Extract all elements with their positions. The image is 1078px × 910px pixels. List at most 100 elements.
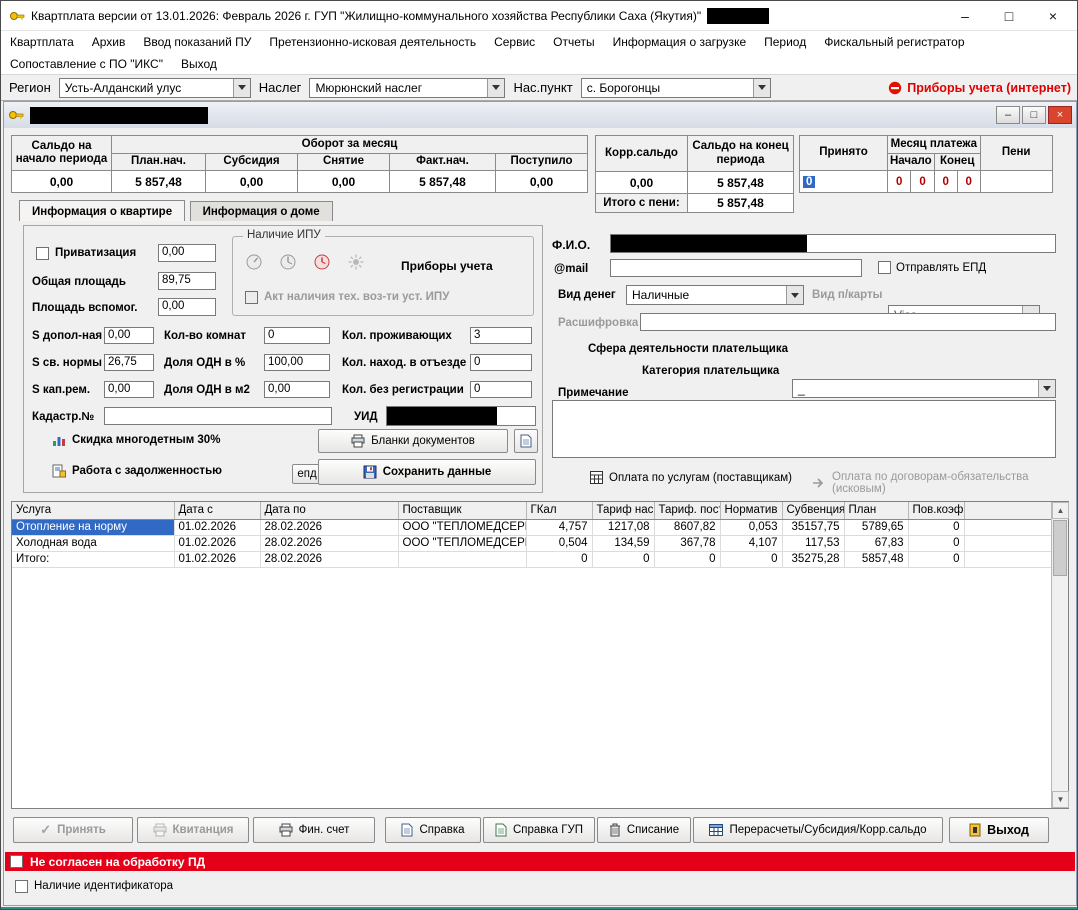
receipt-button[interactable]: Квитанция	[137, 817, 249, 843]
rooms-input[interactable]: 0	[264, 327, 330, 344]
grid-cell[interactable]: 35275,28	[782, 551, 844, 567]
total-area-input[interactable]: 89,75	[158, 272, 216, 290]
sphere-select[interactable]: _	[792, 379, 1056, 398]
odn-m2-input[interactable]: 0,00	[264, 381, 330, 398]
ipu-act-checkbox[interactable]	[245, 291, 258, 304]
grid-cell[interactable]: 0,053	[720, 519, 782, 535]
aux-area-input[interactable]: 0,00	[158, 298, 216, 316]
away-input[interactable]: 0	[470, 354, 532, 371]
exit-button[interactable]: Выход	[949, 817, 1049, 843]
grid-cell[interactable]: 67,83	[844, 535, 908, 551]
tab-house-info[interactable]: Информация о доме	[190, 201, 333, 221]
month-start-input-1[interactable]: 0	[888, 171, 911, 192]
grid-cell[interactable]: ООО "ТЕПЛОМЕДСЕРВИ	[398, 535, 526, 551]
naspunkt-select[interactable]: с. Борогонцы	[581, 78, 771, 98]
fin-account-button[interactable]: Фин. счет	[253, 817, 375, 843]
month-end-input-1[interactable]: 0	[935, 171, 958, 192]
grid-cell[interactable]: 01.02.2026	[174, 519, 260, 535]
mail-input[interactable]	[610, 259, 862, 277]
grid-cell[interactable]: 0	[908, 519, 964, 535]
grid-cell[interactable]	[398, 551, 526, 567]
grid-cell[interactable]: 0	[654, 551, 720, 567]
grid-cell[interactable]: 28.02.2026	[260, 551, 398, 567]
menu-pretenzionno[interactable]: Претензионно-исковая деятельность	[260, 31, 485, 53]
money-type-select[interactable]: Наличные	[626, 285, 804, 305]
spravka-button[interactable]: Справка	[385, 817, 481, 843]
menu-arhiv[interactable]: Архив	[83, 31, 135, 53]
grid-col-data-po[interactable]: Дата по	[260, 502, 398, 519]
grid-col-plan[interactable]: План	[844, 502, 908, 519]
note-textarea[interactable]	[552, 400, 1056, 458]
grid-col-normativ[interactable]: Норматив	[720, 502, 782, 519]
save-data-button[interactable]: Сохранить данные	[318, 459, 536, 485]
menu-period[interactable]: Период	[755, 31, 815, 53]
grid-cell[interactable]: Отопление на норму	[12, 519, 174, 535]
tab-apartment-info[interactable]: Информация о квартире	[19, 200, 185, 221]
grid-cell[interactable]: 4,107	[720, 535, 782, 551]
menu-sopostavlenie[interactable]: Сопоставление с ПО "ИКС"	[1, 53, 172, 75]
grid-cell[interactable]: 0	[908, 535, 964, 551]
s-norm-input[interactable]: 26,75	[104, 354, 154, 371]
kadastr-input[interactable]	[104, 407, 332, 425]
document-small-button[interactable]	[514, 429, 538, 453]
grid-cell[interactable]: 01.02.2026	[174, 551, 260, 567]
s-dop-input[interactable]: 0,00	[104, 327, 154, 344]
grid-col-povkoef[interactable]: Пов.коэф	[908, 502, 964, 519]
grid-cell[interactable]: 1217,08	[592, 519, 654, 535]
month-start-input-2[interactable]: 0	[911, 171, 933, 192]
grid-row-heating[interactable]: Отопление на норму 01.02.2026 28.02.2026…	[12, 519, 1052, 535]
grid-cell[interactable]: 01.02.2026	[174, 535, 260, 551]
consent-checkbox[interactable]	[10, 855, 23, 868]
money-type-arrow[interactable]	[786, 286, 803, 304]
maximize-button[interactable]: □	[987, 2, 1031, 30]
spisanie-button[interactable]: Списание	[597, 817, 691, 843]
menu-vvod-pokazaniy[interactable]: Ввод показаний ПУ	[134, 31, 260, 53]
document-blanks-button[interactable]: Бланки документов	[318, 429, 508, 453]
sphere-arrow[interactable]	[1038, 380, 1055, 397]
scroll-down-arrow[interactable]: ▼	[1052, 791, 1069, 808]
fio-input[interactable]	[610, 234, 1056, 253]
month-end-input-2[interactable]: 0	[958, 171, 980, 192]
grid-row-cold-water[interactable]: Холодная вода 01.02.2026 28.02.2026 ООО …	[12, 535, 1052, 551]
grid-cell[interactable]: 0,504	[526, 535, 592, 551]
noreg-input[interactable]: 0	[470, 381, 532, 398]
prinyato-input[interactable]: 0	[801, 173, 886, 191]
grid-cell[interactable]: 8607,82	[654, 519, 720, 535]
residents-input[interactable]: 3	[470, 327, 532, 344]
uid-input[interactable]	[386, 406, 536, 426]
grid-col-subvenciya[interactable]: Субвенция	[782, 502, 844, 519]
menu-info-zagruzka[interactable]: Информация о загрузке	[604, 31, 755, 53]
grid-cell[interactable]: Итого:	[12, 551, 174, 567]
child-minimize-button[interactable]: –	[996, 106, 1020, 124]
grid-col-postavshik[interactable]: Поставщик	[398, 502, 526, 519]
minimize-button[interactable]: –	[943, 2, 987, 30]
pay-services-link[interactable]: Оплата по услугам (поставщикам)	[590, 471, 792, 484]
grid-cell[interactable]: 4,757	[526, 519, 592, 535]
grid-col-usluga[interactable]: Услуга	[12, 502, 174, 519]
grid-cell[interactable]: 5789,65	[844, 519, 908, 535]
grid-cell[interactable]: 0	[526, 551, 592, 567]
close-button[interactable]: ×	[1031, 2, 1075, 30]
grid-col-data-s[interactable]: Дата с	[174, 502, 260, 519]
menu-kvartplata[interactable]: Квартплата	[1, 31, 83, 53]
accept-button[interactable]: ✓ Принять	[13, 817, 133, 843]
grid-cell[interactable]: 134,59	[592, 535, 654, 551]
discount-button[interactable]: Скидка многодетным 30%	[52, 433, 220, 447]
send-epd-checkbox[interactable]	[878, 261, 891, 274]
spravka-gup-button[interactable]: Справка ГУП	[483, 817, 595, 843]
grid-cell[interactable]: 5857,48	[844, 551, 908, 567]
grid-col-tarif-nas[interactable]: Тариф нас.	[592, 502, 654, 519]
child-restore-button[interactable]: □	[1022, 106, 1046, 124]
grid-cell[interactable]: 28.02.2026	[260, 535, 398, 551]
menu-fiskalny[interactable]: Фискальный регистратор	[815, 31, 973, 53]
debt-work-button[interactable]: Работа с задолженностью	[52, 464, 222, 478]
scrollbar-thumb[interactable]	[1053, 520, 1067, 576]
grid-vertical-scrollbar[interactable]: ▲ ▼	[1051, 502, 1068, 808]
s-kap-input[interactable]: 0,00	[104, 381, 154, 398]
privatization-input[interactable]: 0,00	[158, 244, 216, 262]
naspunkt-select-arrow[interactable]	[753, 79, 770, 97]
recalculations-button[interactable]: Перерасчеты/Субсидия/Корр.сальдо	[693, 817, 943, 843]
child-close-button[interactable]: ×	[1048, 106, 1072, 124]
identifier-checkbox[interactable]	[15, 880, 28, 893]
grid-row-total[interactable]: Итого: 01.02.2026 28.02.2026 0 0 0 0 352…	[12, 551, 1052, 567]
